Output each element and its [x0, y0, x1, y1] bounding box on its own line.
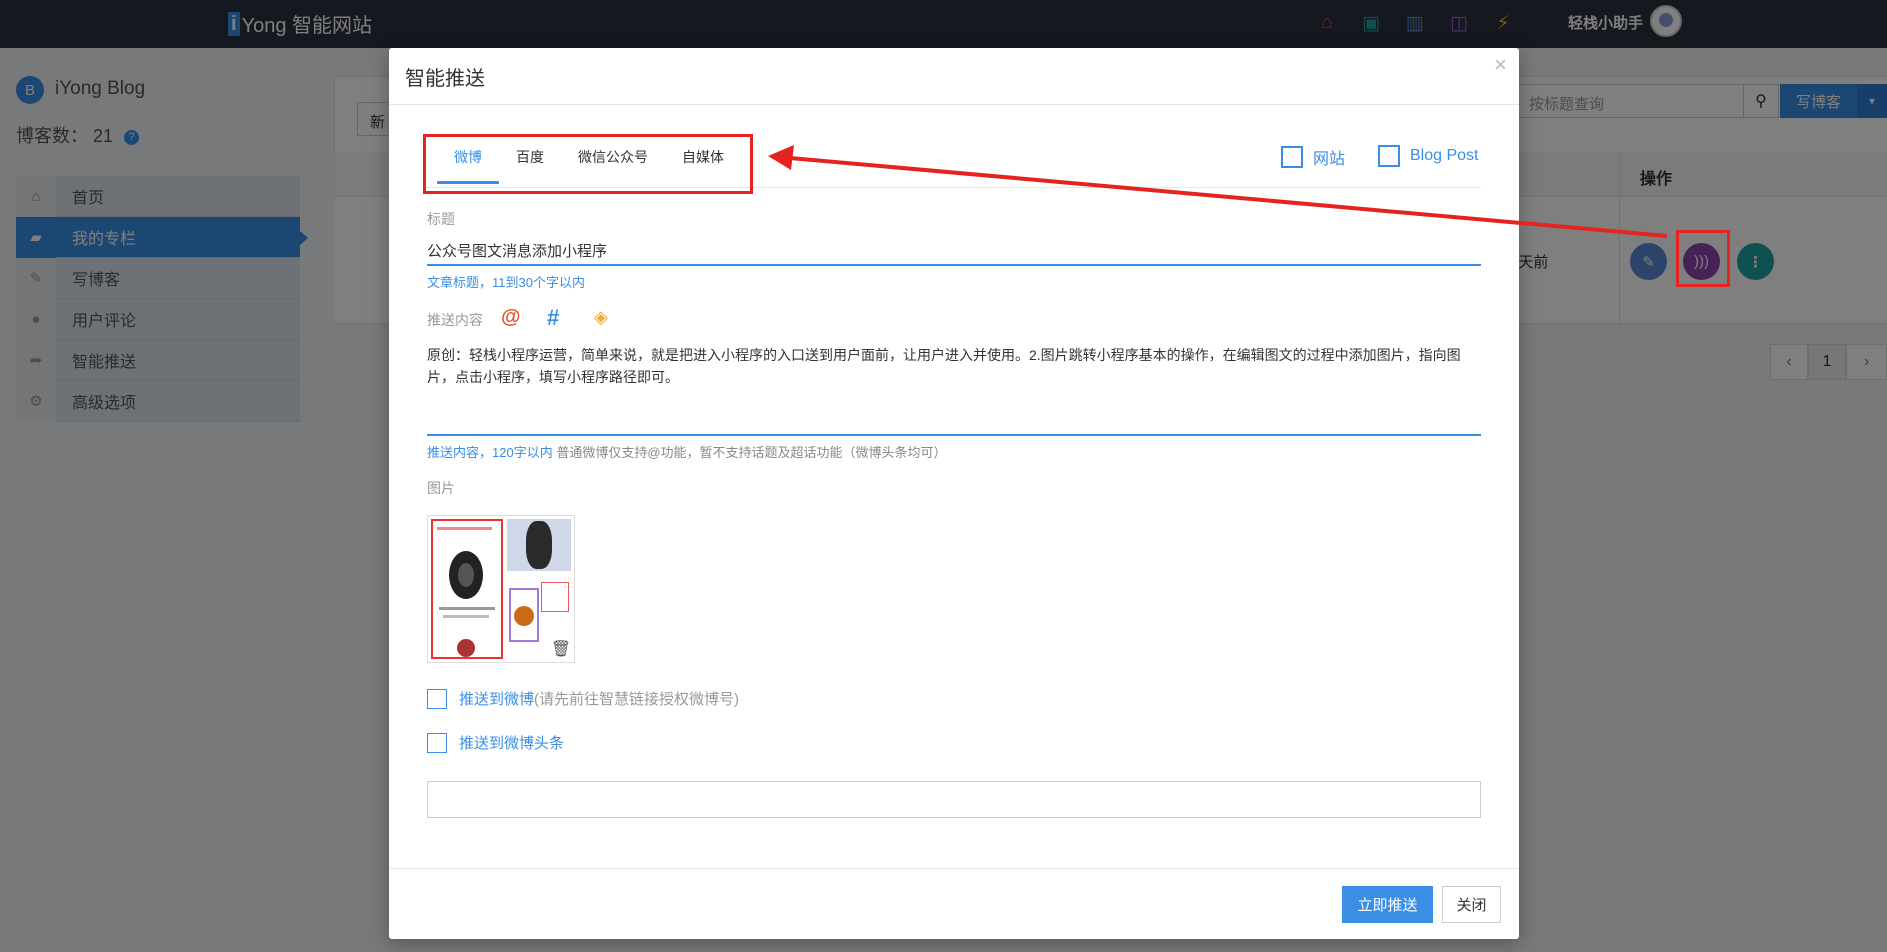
annotation-arrow [768, 145, 1668, 238]
